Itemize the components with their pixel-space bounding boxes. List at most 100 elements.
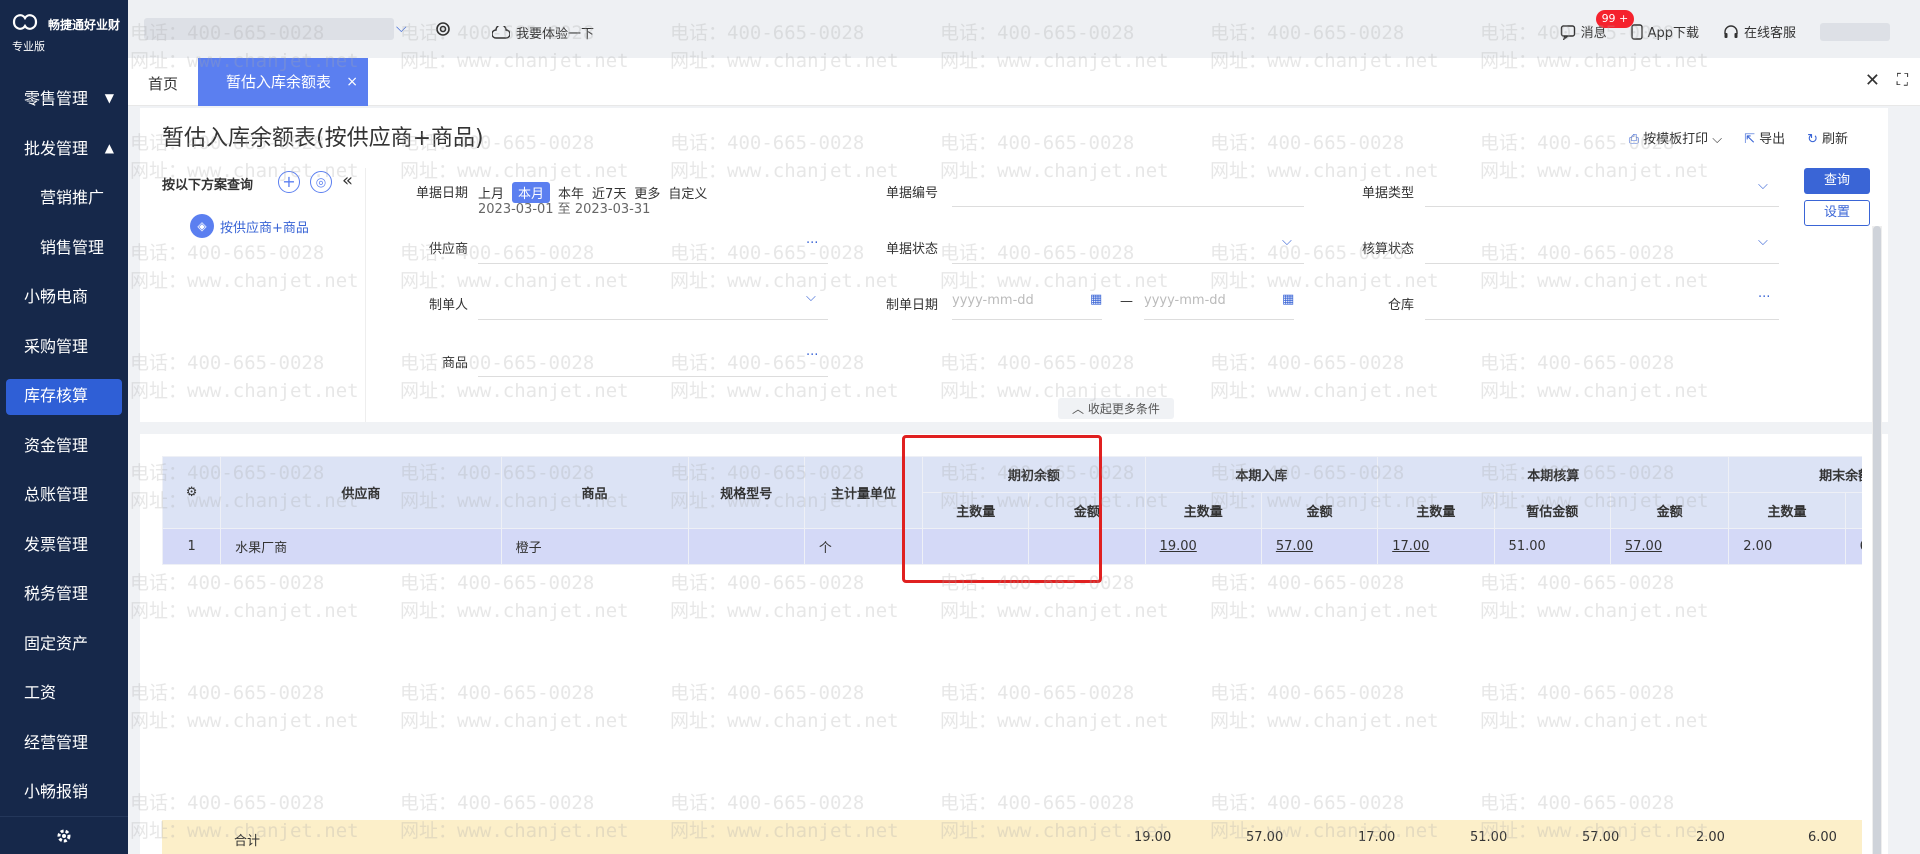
headset-icon <box>1724 24 1738 38</box>
try-experience-link[interactable]: 我要体验一下 <box>492 23 594 42</box>
col-in-qty[interactable]: 主数量 <box>1144 492 1262 529</box>
scrollbar-thumb[interactable] <box>1873 226 1881 854</box>
page-actions: ⎙ 按模板打印 ⌵ ⇱ 导出 ↻ 刷新 <box>1629 128 1848 147</box>
cell-calc-qty-link[interactable]: 17.00 <box>1377 528 1495 565</box>
tab-label: 暂估入库余额表 <box>226 73 332 91</box>
chevron-down-icon[interactable]: ⌵ <box>806 290 816 305</box>
sidebar-item-ledger[interactable]: 总账管理 <box>0 470 128 520</box>
sidebar-item-fixed-assets[interactable]: 固定资产 <box>0 619 128 669</box>
col-supplier[interactable]: 供应商 <box>220 456 502 529</box>
sidebar-settings-button[interactable] <box>0 816 128 854</box>
row-index: 1 <box>162 528 222 565</box>
col-goods[interactable]: 商品 <box>500 456 689 529</box>
more-dots-icon[interactable]: ··· <box>806 348 818 363</box>
chevron-down-icon[interactable]: ⌵ <box>1282 234 1292 249</box>
vertical-scrollbar[interactable] <box>1872 226 1882 854</box>
refresh-icon: ↻ <box>1807 132 1818 147</box>
gear-icon[interactable] <box>434 20 452 38</box>
sidebar-item-label: 小畅报销 <box>24 782 89 801</box>
calendar-icon[interactable]: ▦ <box>1090 292 1102 307</box>
cell-in-qty-link[interactable]: 19.00 <box>1144 528 1262 565</box>
chevron-down-icon[interactable]: ⌵ <box>1758 178 1768 193</box>
create-date-end-input[interactable]: yyyy-mm-dd <box>1144 293 1226 308</box>
goods-input[interactable] <box>478 376 828 377</box>
chevron-down-icon[interactable]: ⌵ <box>1712 132 1722 147</box>
sidebar-item-label: 销售管理 <box>40 237 105 257</box>
page-title: 暂估入库余额表(按供应商+商品) <box>162 126 484 151</box>
doc-no-input[interactable] <box>952 206 1304 207</box>
fullscreen-icon[interactable]: ⛶ <box>1897 70 1908 90</box>
company-selector-blurred[interactable] <box>144 18 394 40</box>
sidebar-item-tax[interactable]: 税务管理 <box>0 569 128 619</box>
chevron-down-icon[interactable]: ⌵ <box>1758 234 1768 249</box>
calc-status-select[interactable] <box>1425 263 1779 264</box>
export-icon: ⇱ <box>1744 132 1756 147</box>
collapse-panel-icon[interactable]: « <box>342 170 353 191</box>
column-settings-header[interactable]: ⚙ <box>162 456 222 529</box>
chevron-down-icon[interactable]: ⌵ <box>396 20 407 36</box>
collapse-more-conditions-button[interactable]: ︿ 收起更多条件 <box>1058 398 1174 419</box>
close-all-tabs-icon[interactable]: ✕ <box>1865 70 1880 91</box>
refresh-button[interactable]: ↻ 刷新 <box>1807 128 1848 147</box>
col-spec[interactable]: 规格型号 <box>687 456 805 529</box>
cube-icon: ◈ <box>190 214 214 238</box>
total-close-qty: 2.00 <box>1696 830 1725 845</box>
calc-status-label: 核算状态 <box>1361 242 1414 257</box>
more-dots-icon[interactable]: ··· <box>1758 290 1770 305</box>
doc-type-select[interactable] <box>1425 206 1779 207</box>
scheme-settings-icon[interactable]: ◎ <box>310 171 332 193</box>
sidebar-item-label: 工资 <box>24 683 57 702</box>
sidebar: 畅捷通好业财 专业版 零售管理 ▼ 批发管理 ▲ 营销推广 销售管理 小畅电商 采购… <box>0 0 128 854</box>
sidebar-item-invoice[interactable]: 发票管理 <box>0 520 128 570</box>
sidebar-item-marketing[interactable]: 营销推广 <box>0 173 128 223</box>
export-label: 导出 <box>1759 132 1786 147</box>
add-scheme-icon[interactable]: + <box>278 171 300 193</box>
sidebar-item-purchase[interactable]: 采购管理 <box>0 322 128 372</box>
tab-bar: 首页 暂估入库余额表 × ✕ ⛶ <box>128 58 1920 106</box>
export-button[interactable]: ⇱ 导出 <box>1744 128 1785 147</box>
app-download-button[interactable]: App下载 <box>1630 22 1699 41</box>
date-range-value[interactable]: 2023-03-01 至 2023-03-31 <box>478 198 650 217</box>
sidebar-item-wholesale[interactable]: 批发管理 ▲ <box>0 124 128 174</box>
settings-button[interactable]: 设置 <box>1804 200 1870 226</box>
col-calc-amount[interactable]: 金额 <box>1609 492 1730 529</box>
col-in-amount[interactable]: 金额 <box>1260 492 1379 529</box>
sidebar-item-expense[interactable]: 小畅报销 <box>0 767 128 817</box>
online-service-button[interactable]: 在线客服 <box>1723 22 1796 41</box>
sidebar-item-sales[interactable]: 销售管理 <box>0 223 128 273</box>
tab-home[interactable]: 首页 <box>148 73 178 94</box>
sidebar-item-ecommerce[interactable]: 小畅电商 <box>0 272 128 322</box>
scheme-item-supplier-goods[interactable]: ◈ 按供应商+商品 <box>190 214 309 238</box>
sidebar-item-label: 税务管理 <box>24 584 89 603</box>
app-logo[interactable]: 畅捷通好业财 专业版 <box>0 0 128 58</box>
cell-calc-amount-link[interactable]: 57.00 <box>1609 528 1730 565</box>
col-close-qty[interactable]: 主数量 <box>1728 492 1846 529</box>
sidebar-item-label: 发票管理 <box>24 534 89 554</box>
sidebar-item-operations[interactable]: 经营管理 <box>0 718 128 768</box>
print-template-button[interactable]: ⎙ 按模板打印 ⌵ <box>1629 128 1722 147</box>
total-calc-est-amount: 51.00 <box>1470 830 1508 845</box>
messages-button[interactable]: 消息 99 + <box>1560 10 1635 41</box>
sidebar-item-inventory[interactable]: 库存核算 <box>0 371 128 421</box>
creator-select[interactable] <box>478 319 828 320</box>
close-icon[interactable]: × <box>346 58 358 106</box>
tab-estimated-inbound-balance[interactable]: 暂估入库余额表 × <box>198 58 368 106</box>
sidebar-item-retail[interactable]: 零售管理 ▼ <box>0 74 128 124</box>
query-button[interactable]: 查询 <box>1804 168 1870 194</box>
create-date-start-input[interactable]: yyyy-mm-dd <box>952 293 1034 308</box>
user-menu-blurred[interactable] <box>1820 22 1890 41</box>
col-close-amount[interactable]: 金额 <box>1844 492 1862 529</box>
gear-icon[interactable]: ⚙ <box>186 485 198 500</box>
chip-custom[interactable]: 自定义 <box>668 183 707 202</box>
more-dots-icon[interactable]: ··· <box>806 236 818 251</box>
sidebar-menu: 零售管理 ▼ 批发管理 ▲ 营销推广 销售管理 小畅电商 采购管理 库存核算 资金管… <box>0 74 128 817</box>
supplier-input[interactable] <box>478 263 828 264</box>
sidebar-item-funds[interactable]: 资金管理 <box>0 421 128 471</box>
col-calc-est-amount[interactable]: 暂估金额 <box>1493 492 1611 529</box>
cell-in-amount-link[interactable]: 57.00 <box>1260 528 1379 565</box>
col-calc-qty[interactable]: 主数量 <box>1377 492 1495 529</box>
warehouse-input[interactable] <box>1425 319 1779 320</box>
doc-status-select[interactable] <box>952 263 1304 264</box>
calendar-icon[interactable]: ▦ <box>1282 292 1294 307</box>
sidebar-item-payroll[interactable]: 工资 <box>0 668 128 718</box>
